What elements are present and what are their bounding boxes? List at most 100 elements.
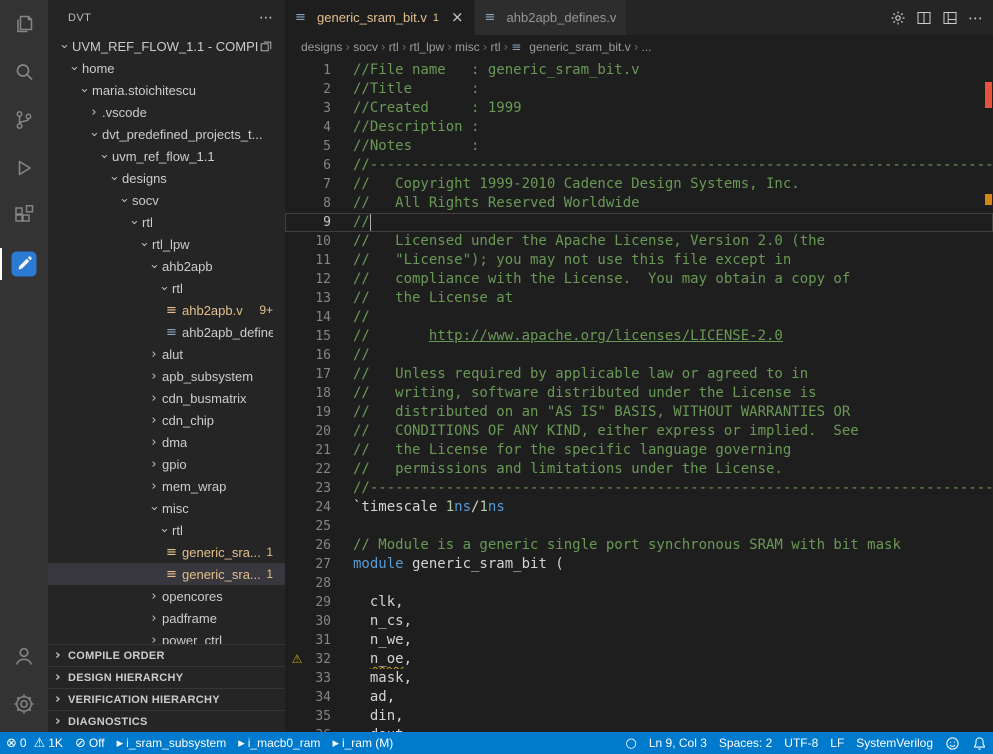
section-diagnostics[interactable]: ›DIAGNOSTICS [48,710,285,732]
tab-ahb2apb_defines.v[interactable]: ≡ahb2apb_defines.v [475,0,628,35]
run-and-debug-icon[interactable] [0,144,48,192]
tree-item-folder[interactable]: ›maria.stoichitescu [48,79,285,101]
tree-item-folder[interactable]: ›uvm_ref_flow_1.1 [48,145,285,167]
tree-item-folder[interactable]: ›misc [48,497,285,519]
code-line-17[interactable]: 17// Unless required by applicable law o… [285,365,993,384]
code-line-8[interactable]: 8// All Rights Reserved Worldwide [285,194,993,213]
tree-item-folder[interactable]: ›apb_subsystem [48,365,285,387]
code-line-36[interactable]: 36 dout [285,726,993,732]
code-line-31[interactable]: 31 n_we, [285,631,993,650]
breadcrumb-item[interactable]: socv [353,40,378,54]
statusbar-indentation[interactable]: Spaces: 2 [713,732,778,754]
statusbar-dvt-build-status[interactable]: ⊘Off [69,732,111,754]
customize-layout-icon[interactable] [942,10,958,26]
tree-item-folder[interactable]: ›home [48,57,285,79]
code-line-12[interactable]: 12// compliance with the License. You ma… [285,270,993,289]
section-design-hierarchy[interactable]: ›DESIGN HIERARCHY [48,666,285,688]
code-line-2[interactable]: 2//Title : [285,80,993,99]
code-line-35[interactable]: 35 din, [285,707,993,726]
code-line-33[interactable]: 33 mask, [285,669,993,688]
tree-item-folder[interactable]: ›UVM_REF_FLOW_1.1 - COMPILED ... [48,35,285,57]
source-control-icon[interactable] [0,96,48,144]
search-icon[interactable] [0,48,48,96]
code-line-14[interactable]: 14// [285,308,993,327]
code-line-5[interactable]: 5//Notes : [285,137,993,156]
tree-item-folder[interactable]: ›power_ctrl [48,629,285,644]
code-line-34[interactable]: 34 ad, [285,688,993,707]
tree-item-folder[interactable]: ›ahb2apb [48,255,285,277]
breadcrumb-item[interactable]: rtl_lpw [410,40,445,54]
breadcrumb-item[interactable]: rtl [490,40,500,54]
code-line-16[interactable]: 16// [285,346,993,365]
tree-item-folder[interactable]: ›designs [48,167,285,189]
code-line-29[interactable]: 29 clk, [285,593,993,612]
code-line-1[interactable]: 1//File name : generic_sram_bit.v [285,61,993,80]
code-line-6[interactable]: 6//-------------------------------------… [285,156,993,175]
statusbar-hierarchy-path-3[interactable]: ▸i_ram (M) [326,732,399,754]
tree-item-folder[interactable]: ›alut [48,343,285,365]
code-line-23[interactable]: 23//------------------------------------… [285,479,993,498]
breadcrumb-item[interactable]: designs [301,40,342,54]
code-line-4[interactable]: 4//Description : [285,118,993,137]
code-line-13[interactable]: 13// the License at [285,289,993,308]
breadcrumb-item[interactable]: rtl [389,40,399,54]
statusbar-status-circle[interactable]: ○ [620,732,643,754]
tree-item-folder[interactable]: ›dvt_predefined_projects_t... [48,123,285,145]
breadcrumb-item[interactable]: ... [642,40,652,54]
code-line-30[interactable]: 30 n_cs, [285,612,993,631]
tree-item-file[interactable]: ≡generic_sra...1 [48,563,285,585]
section-verification-hierarchy[interactable]: ›VERIFICATION HIERARCHY [48,688,285,710]
tree-item-folder[interactable]: ›rtl_lpw [48,233,285,255]
code-line-27[interactable]: 27module generic_sram_bit ( [285,555,993,574]
code-line-18[interactable]: 18// writing, software distributed under… [285,384,993,403]
tree-item-file[interactable]: ≡ahb2apb.v9+ [48,299,285,321]
code-line-28[interactable]: 28 [285,574,993,593]
code-area[interactable]: 1//File name : generic_sram_bit.v2//Titl… [285,59,993,732]
code-line-24[interactable]: 24`timescale 1ns/1ns [285,498,993,517]
breadcrumb-item[interactable]: misc [455,40,480,54]
more-actions-icon[interactable]: ⋯ [259,10,273,26]
tree-item-folder[interactable]: ›opencores [48,585,285,607]
dvt-icon[interactable] [0,240,48,288]
breadcrumb-item[interactable]: ≡generic_sram_bit.v [511,40,630,54]
tree-item-folder[interactable]: ›padframe [48,607,285,629]
statusbar-cursor-position[interactable]: Ln 9, Col 3 [643,732,713,754]
statusbar-notifications[interactable] [966,732,993,754]
split-editor-icon[interactable] [916,10,932,26]
tree-item-folder[interactable]: ›rtl [48,277,285,299]
tab-generic_sram_bit.v[interactable]: ≡generic_sram_bit.v1× [285,0,475,35]
tree-item-folder[interactable]: ›rtl [48,211,285,233]
section-compile-order[interactable]: ›COMPILE ORDER [48,644,285,666]
tree-item-folder[interactable]: ›cdn_chip [48,409,285,431]
tree-item-file[interactable]: ≡ahb2apb_define... [48,321,285,343]
code-line-7[interactable]: 7// Copyright 1999-2010 Cadence Design S… [285,175,993,194]
tree-item-folder[interactable]: ›mem_wrap [48,475,285,497]
code-line-11[interactable]: 11// "License"); you may not use this fi… [285,251,993,270]
code-line-19[interactable]: 19// distributed on an "AS IS" BASIS, WI… [285,403,993,422]
close-icon[interactable]: × [451,10,464,25]
explorer-icon[interactable] [0,0,48,48]
tree-item-file[interactable]: ≡generic_sra...1 [48,541,285,563]
statusbar-language-mode[interactable]: SystemVerilog [850,732,939,754]
tree-item-folder[interactable]: ›.vscode [48,101,285,123]
code-line-26[interactable]: 26// Module is a generic single port syn… [285,536,993,555]
statusbar-feedback[interactable] [939,732,966,754]
tree-item-folder[interactable]: ›cdn_busmatrix [48,387,285,409]
statusbar-hierarchy-path-2[interactable]: ▸i_macb0_ram [232,732,326,754]
code-line-10[interactable]: 10// Licensed under the Apache License, … [285,232,993,251]
tree-item-folder[interactable]: ›socv [48,189,285,211]
code-line-25[interactable]: 25 [285,517,993,536]
code-line-21[interactable]: 21// the License for the specific langua… [285,441,993,460]
code-line-20[interactable]: 20// CONDITIONS OF ANY KIND, either expr… [285,422,993,441]
tree-item-folder[interactable]: ›dma [48,431,285,453]
settings-gear-icon[interactable] [890,10,906,26]
code-line-22[interactable]: 22// permissions and limitations under t… [285,460,993,479]
manage-icon[interactable] [0,680,48,728]
tree-item-folder[interactable]: ›gpio [48,453,285,475]
extensions-icon[interactable] [0,192,48,240]
code-line-32[interactable]: ⚠32 n_oe, [285,650,993,669]
statusbar-hierarchy-path-1[interactable]: ▸i_sram_subsystem [111,732,233,754]
accounts-icon[interactable] [0,632,48,680]
statusbar-eol[interactable]: LF [824,732,850,754]
tree-item-folder[interactable]: ›rtl [48,519,285,541]
